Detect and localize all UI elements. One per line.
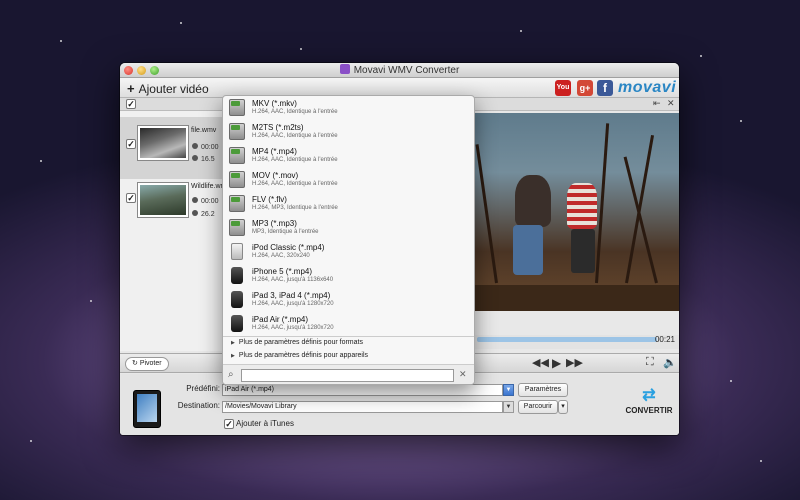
video-thumbnail [138,126,188,160]
rotate-button[interactable]: ↻ Pivoter [125,357,169,371]
search-input[interactable] [241,369,454,382]
ipad-air-icon [231,315,243,332]
preset-select[interactable]: iPad Air (*.mp4) [222,384,503,396]
format-dropdown-menu: MKV (*.mkv) H.264, AAC, Identique à l'en… [222,95,475,385]
file-list-header: ✓ [120,98,222,111]
preview-header: ⇤ ✕ [475,98,679,111]
app-icon [339,64,350,74]
mp3-format-icon [229,219,245,236]
itunes-checkbox[interactable]: ✓ [224,419,234,429]
ipod-classic-icon [231,243,243,260]
params-button[interactable]: Paramètres [518,383,568,397]
facebook-icon[interactable]: f [597,80,613,96]
file-size-icon [192,155,198,161]
menu-item-ipod-classic[interactable]: iPod Classic (*.mp4) H.264, AAC, 320x240 [223,240,474,264]
more-formats-link[interactable]: ▶ Plus de paramètres définis pour formats [231,339,363,346]
file-item[interactable]: ✓ file.wmv 00:00 16.5 [120,117,222,179]
select-all-checkbox[interactable]: ✓ [126,99,136,109]
rotate-icon: ↻ [132,360,140,367]
search-icon: ⌕ [228,369,234,380]
file-duration: 00:00 [192,197,219,205]
expand-triangle-icon: ▶ [231,340,235,346]
itunes-label: Ajouter à iTunes [236,419,294,428]
volume-icon[interactable]: 🔈 [663,356,677,369]
file-size-icon [192,210,198,216]
ipad-icon [231,291,243,308]
video-thumbnail [138,183,188,217]
flv-format-icon [229,195,245,212]
menu-item-m2ts[interactable]: M2TS (*.m2ts) H.264, AAC, Identique à l'… [223,120,474,144]
person-figure [567,183,597,229]
youtube-icon[interactable]: You Tube [555,80,571,107]
browse-button[interactable]: Parcourir [518,400,558,414]
destination-dropdown-icon[interactable]: ▼ [503,401,514,413]
menu-divider [223,336,474,337]
convert-button[interactable]: ⇄ CONVERTIR [625,387,673,416]
menu-item-mkv[interactable]: MKV (*.mkv) H.264, AAC, Identique à l'en… [223,96,474,120]
menu-item-iphone5[interactable]: iPhone 5 (*.mp4) H.264, AAC, jusqu'à 113… [223,264,474,288]
forward-icon[interactable]: ▶▶ [566,356,583,369]
file-list: ✓ file.wmv 00:00 16.5 ✓ Wildlife.wm 00:0… [120,111,226,351]
clear-search-icon[interactable]: ✕ [459,369,467,380]
destination-field[interactable]: /Movies/Movavi Library [222,401,503,413]
close-preview-icon[interactable]: ✕ [667,98,675,109]
file-duration: 00:00 [192,143,219,151]
mp4-format-icon [229,147,245,164]
mov-format-icon [229,171,245,188]
file-size: 26.2 [192,210,215,218]
menu-item-mov[interactable]: MOV (*.mov) H.264, AAC, Identique à l'en… [223,168,474,192]
mkv-format-icon [229,99,245,116]
clock-icon [192,197,198,203]
iphone-icon [231,267,243,284]
expand-triangle-icon: ▶ [231,353,235,359]
detach-preview-icon[interactable]: ⇤ [653,98,661,109]
play-icon[interactable]: ▶ [552,356,561,370]
file-item[interactable]: ✓ Wildlife.wm 00:00 26.2 [120,181,226,243]
google-plus-icon[interactable]: g+ [577,80,593,96]
browse-menu-button[interactable]: ▾ [558,400,568,414]
menu-item-flv[interactable]: FLV (*.flv) H.264, MP3, Identique à l'en… [223,192,474,216]
preset-label: Prédéfini: [186,384,220,393]
menu-item-ipad3-4[interactable]: iPad 3, iPad 4 (*.mp4) H.264, AAC, jusqu… [223,288,474,312]
menu-item-mp4[interactable]: MP4 (*.mp4) H.264, AAC, Identique à l'en… [223,144,474,168]
plus-icon: + [127,81,135,96]
ipad-device-icon [133,390,161,428]
title-bar: Movavi WMV Converter [120,63,679,78]
m2ts-format-icon [229,123,245,140]
video-preview [475,113,679,311]
file-name: file.wmv [191,127,217,134]
timeline-progress[interactable] [477,337,657,342]
menu-item-ipad-air[interactable]: iPad Air (*.mp4) H.264, AAC, jusqu'à 128… [223,312,474,336]
file-size: 16.5 [192,155,215,163]
movavi-logo: movavi [618,79,677,96]
preset-dropdown-icon[interactable]: ▼ [503,384,514,396]
clock-icon [192,143,198,149]
file-checkbox[interactable]: ✓ [126,139,136,149]
file-checkbox[interactable]: ✓ [126,193,136,203]
destination-label: Destination: [177,401,220,410]
menu-search-bar: ⌕ ✕ [223,364,474,384]
menu-item-mp3[interactable]: MP3 (*.mp3) MP3, Identique à l'entrée [223,216,474,240]
rewind-icon[interactable]: ◀◀ [532,356,549,369]
person-figure [515,175,551,227]
window-title: Movavi WMV Converter [120,64,679,76]
fullscreen-icon[interactable]: ⛶ [646,356,654,369]
convert-arrows-icon: ⇄ [642,387,656,404]
time-display: 00:21 [654,335,675,344]
add-video-button[interactable]: + Ajouter vidéo [127,81,209,96]
timeline[interactable]: 00:21 [475,335,679,349]
more-devices-link[interactable]: ▶ Plus de paramètres définis pour apparei… [231,352,368,359]
